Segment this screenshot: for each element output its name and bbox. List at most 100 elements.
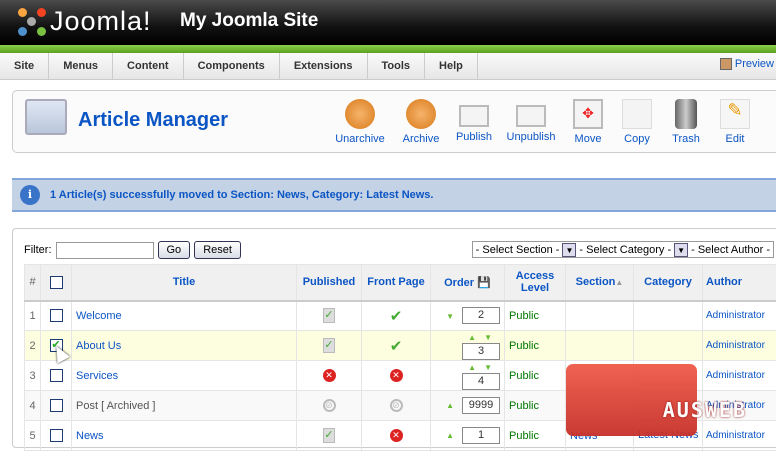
site-name: My Joomla Site <box>180 10 318 32</box>
order-input[interactable]: 4 <box>462 373 500 390</box>
edit-icon: ✎ <box>720 99 750 129</box>
access-level-link[interactable]: Public <box>505 421 566 451</box>
reset-button[interactable]: Reset <box>194 241 241 259</box>
published-icon[interactable]: ✓ <box>323 308 335 323</box>
order-input[interactable]: 3 <box>462 343 500 360</box>
filter-bar: Filter: Go Reset <box>24 241 241 259</box>
unpublish-button[interactable]: Unpublish <box>501 99 561 143</box>
order-input[interactable]: 1 <box>462 427 500 444</box>
chevron-down-icon[interactable]: ▼ <box>562 243 576 257</box>
ausweb-watermark: AUSWEB <box>566 364 697 436</box>
row-checkbox[interactable] <box>50 369 63 382</box>
front-page-status: ✔ <box>362 331 431 361</box>
published-status: ⊘ <box>297 391 362 421</box>
archived-icon: ⊘ <box>323 399 336 412</box>
access-level-link[interactable]: Public <box>505 331 566 361</box>
move-down-icon[interactable]: ▼ <box>446 312 454 321</box>
check-icon[interactable]: ✔ <box>390 338 403 355</box>
article-title-link[interactable]: Welcome <box>72 301 297 331</box>
sort-asc-icon: ▲ <box>615 278 623 287</box>
unarchive-button[interactable]: Unarchive <box>330 99 390 145</box>
access-level-link[interactable]: Public <box>505 301 566 331</box>
table-row: 2 ✔ About Us ✓ ✔ ▲▼3 Public Administrato… <box>25 331 776 361</box>
unpublished-x-icon[interactable]: ✕ <box>390 369 403 382</box>
go-button[interactable]: Go <box>158 241 191 259</box>
article-manager-icon <box>25 99 67 135</box>
chevron-down-icon[interactable]: ▼ <box>674 243 688 257</box>
info-icon: i <box>20 185 40 205</box>
archive-button[interactable]: Archive <box>391 99 451 145</box>
unpublished-x-icon[interactable]: ✕ <box>323 369 336 382</box>
menu-extensions[interactable]: Extensions <box>280 53 368 79</box>
move-up-icon[interactable]: ▲ <box>446 431 454 440</box>
row-select <box>41 391 72 421</box>
col-order[interactable]: Order 💾 <box>431 265 505 301</box>
col-section[interactable]: Section▲ <box>566 265 634 301</box>
move-up-icon[interactable]: ▲ <box>468 363 476 372</box>
col-access[interactable]: Access Level <box>505 265 566 301</box>
menu-site[interactable]: Site <box>0 53 49 79</box>
col-published[interactable]: Published <box>297 265 362 301</box>
menu-help[interactable]: Help <box>425 53 478 79</box>
access-level-link[interactable]: Public <box>505 361 566 391</box>
col-num: # <box>25 265 41 301</box>
published-icon[interactable]: ✓ <box>323 338 335 353</box>
category-link[interactable] <box>634 301 703 331</box>
copy-icon <box>622 99 652 129</box>
menu-tools[interactable]: Tools <box>368 53 426 79</box>
row-checkbox[interactable] <box>50 309 63 322</box>
save-order-icon[interactable]: 💾 <box>477 277 491 289</box>
move-down-icon[interactable]: ▼ <box>484 333 492 342</box>
header-stripe <box>0 45 776 53</box>
move-up-icon[interactable]: ▲ <box>468 333 476 342</box>
check-icon[interactable]: ✔ <box>390 308 403 325</box>
section-label: Section <box>576 276 616 288</box>
row-num: 1 <box>25 301 41 331</box>
row-select <box>41 301 72 331</box>
row-num: 4 <box>25 391 41 421</box>
menu-menus[interactable]: Menus <box>49 53 113 79</box>
publish-button[interactable]: Publish <box>444 99 504 143</box>
preview-link[interactable]: Preview <box>720 58 774 70</box>
button-label: Move <box>575 133 602 145</box>
author-link[interactable]: Administrator <box>703 331 776 361</box>
select-author[interactable]: - Select Author - <box>688 244 773 256</box>
button-label: Trash <box>672 133 700 145</box>
menu-components[interactable]: Components <box>184 53 280 79</box>
author-link[interactable]: Administrator <box>703 301 776 331</box>
select-category[interactable]: - Select Category - <box>576 244 674 256</box>
publish-icon <box>459 105 489 127</box>
article-title-link[interactable]: Post [ Archived ] <box>72 391 297 421</box>
col-title[interactable]: Title <box>72 265 297 301</box>
order-input[interactable]: 2 <box>462 307 500 324</box>
col-author[interactable]: Author <box>703 265 776 301</box>
system-message: i 1 Article(s) successfully moved to Sec… <box>12 178 776 212</box>
author-link[interactable]: Administrator <box>703 361 776 391</box>
move-down-icon[interactable]: ▼ <box>484 363 492 372</box>
row-checkbox[interactable] <box>50 399 63 412</box>
article-title-link[interactable]: Services <box>72 361 297 391</box>
select-all-checkbox[interactable] <box>50 276 63 289</box>
select-section[interactable]: - Select Section - <box>473 244 563 256</box>
access-level-link[interactable]: Public <box>505 391 566 421</box>
header: Joomla! My Joomla Site <box>0 0 776 45</box>
article-title-link[interactable]: About Us <box>72 331 297 361</box>
table-row: 1 Welcome ✓ ✔ ▼ 2 Public Administrator <box>25 301 776 331</box>
row-checkbox[interactable] <box>50 429 63 442</box>
col-front-page[interactable]: Front Page <box>362 265 431 301</box>
order-input[interactable]: 9999 <box>462 397 500 414</box>
menu-content[interactable]: Content <box>113 53 184 79</box>
published-icon[interactable]: ✓ <box>323 428 335 443</box>
move-up-icon[interactable]: ▲ <box>446 401 454 410</box>
toolbar: Article Manager Unarchive Archive Publis… <box>12 90 776 153</box>
category-link[interactable] <box>634 331 703 361</box>
author-link[interactable]: Administrator <box>703 421 776 451</box>
article-title-link[interactable]: News <box>72 421 297 451</box>
published-status: ✓ <box>297 331 362 361</box>
filter-input[interactable] <box>56 242 154 259</box>
unpublished-x-icon[interactable]: ✕ <box>390 429 403 442</box>
col-category[interactable]: Category <box>634 265 703 301</box>
watermark-text: AUSWEB <box>663 398 747 422</box>
joomla-logo[interactable]: Joomla! <box>18 6 152 37</box>
edit-button[interactable]: ✎Edit <box>705 99 765 145</box>
